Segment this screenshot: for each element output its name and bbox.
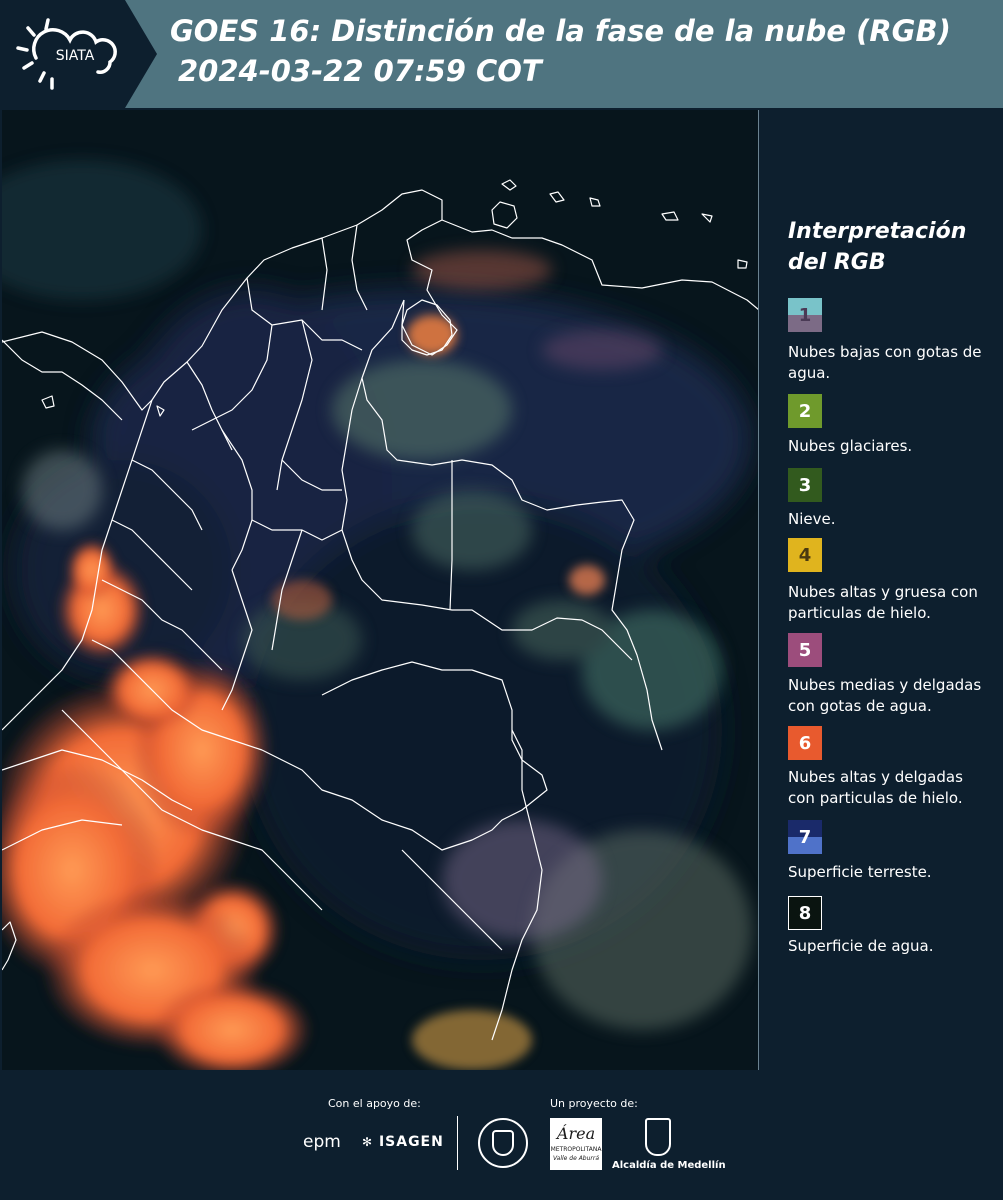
legend-number-2: 2 <box>798 400 812 422</box>
siata-logo: SIATA <box>0 0 158 108</box>
legend-label-6: Nubes altas y delgadas con particulas de… <box>788 768 963 807</box>
area-logo-sub1: METROPOLITANA <box>550 1146 602 1153</box>
project-label: Un proyecto de: <box>550 1097 638 1110</box>
area-metropolitana-logo: Área METROPOLITANA Valle de Aburrá <box>550 1118 602 1170</box>
isagen-text: ISAGEN <box>378 1134 444 1150</box>
legend-label-4: Nubes altas y gruesa con particulas de h… <box>788 583 978 622</box>
legend-label-8: Superficie de agua. <box>788 937 934 955</box>
isagen-mark-icon: ✻ <box>362 1135 374 1149</box>
satellite-map[interactable] <box>2 110 759 1070</box>
legend-swatch-7: 7 <box>788 820 822 854</box>
government-seal-icon <box>478 1118 528 1168</box>
alcaldia-shield-icon <box>645 1118 671 1156</box>
legend-number-6: 6 <box>798 732 812 754</box>
isagen-logo: ✻ ISAGEN <box>362 1134 444 1150</box>
footer: Con el apoyo de: Un proyecto de: epm ✻ I… <box>0 1070 1003 1200</box>
legend-swatch-5: 5 <box>788 633 822 667</box>
legend-label-2: Nubes glaciares. <box>788 437 913 455</box>
legend-swatch-3: 3 <box>788 468 822 502</box>
alcaldia-label: Alcaldía de Medellín <box>612 1160 726 1171</box>
legend-number-1: 1 <box>798 304 812 326</box>
legend-number-5: 5 <box>798 639 812 661</box>
area-logo-title: Área <box>556 1124 596 1143</box>
legend-number-3: 3 <box>798 474 812 496</box>
legend-number-4: 4 <box>798 544 812 566</box>
epm-logo: epm <box>303 1132 341 1152</box>
legend-swatch-1: 1 <box>788 298 822 332</box>
area-logo-sub2: Valle de Aburrá <box>552 1155 600 1162</box>
support-label: Con el apoyo de: <box>328 1097 421 1110</box>
legend-panel: Interpretación del RGB 1 Nubes bajas con… <box>760 110 1003 1070</box>
legend-label-3: Nieve. <box>788 510 836 528</box>
legend-swatch-6: 6 <box>788 726 822 760</box>
legend-swatch-4: 4 <box>788 538 822 572</box>
legend-label-5: Nubes medias y delgadas con gotas de agu… <box>788 676 982 715</box>
legend-title: Interpretación del RGB <box>788 219 967 275</box>
legend-swatch-2: 2 <box>788 394 822 428</box>
legend-swatch-8: 8 <box>788 896 822 930</box>
legend-number-8: 8 <box>798 902 812 924</box>
logo-text: SIATA <box>56 48 95 64</box>
legend-label-7: Superficie terreste. <box>788 863 932 881</box>
footer-divider <box>457 1116 458 1170</box>
legend-number-7: 7 <box>798 826 812 848</box>
page-title: GOES 16: Distinción de la fase de la nub… <box>170 14 951 48</box>
header: SIATA GOES 16: Distinción de la fase de … <box>0 0 1003 108</box>
legend-label-1: Nubes bajas con gotas de agua. <box>788 343 982 382</box>
page-timestamp: 2024-03-22 07:59 COT <box>178 54 542 88</box>
